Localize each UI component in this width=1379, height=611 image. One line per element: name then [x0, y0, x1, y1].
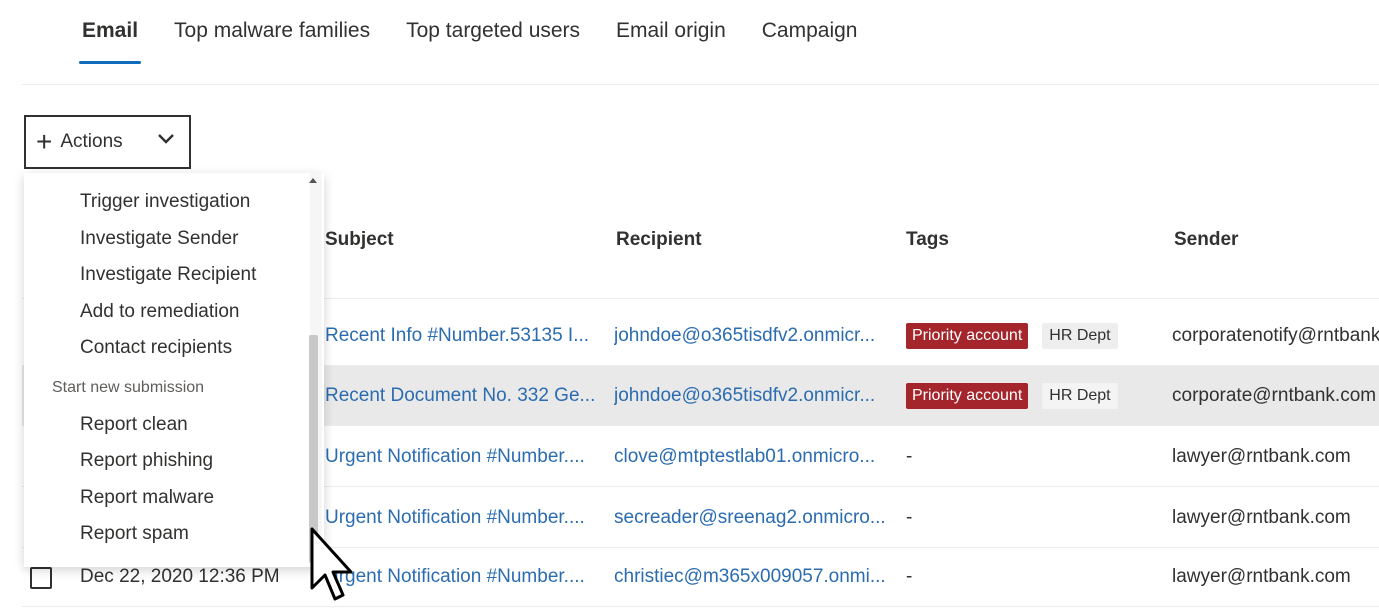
- tab-bar: Email Top malware families Top targeted …: [78, 0, 858, 66]
- menu-item-report-malware[interactable]: Report malware: [80, 487, 214, 509]
- recipient-link[interactable]: johndoe@o365tisdfv2.onmicr...: [614, 306, 889, 366]
- tag-hr-dept: HR Dept: [1042, 323, 1118, 349]
- recipient-link[interactable]: secreader@sreenag2.onmicro...: [614, 488, 889, 548]
- scroll-up-arrow-icon[interactable]: [309, 178, 317, 183]
- tags-cell: Priority account HR Dept: [906, 306, 1146, 366]
- subject-link[interactable]: Urgent Notification #Number....: [325, 427, 615, 487]
- tab-campaign[interactable]: Campaign: [762, 0, 858, 66]
- tags-cell: -: [906, 566, 913, 587]
- sender-cell: lawyer@rntbank.com: [1172, 566, 1351, 587]
- column-header-recipient[interactable]: Recipient: [616, 229, 702, 251]
- recipient-link[interactable]: christiec@m365x009057.onmi...: [614, 547, 889, 607]
- tags-cell: -: [906, 446, 913, 467]
- sender-cell: lawyer@rntbank.com: [1172, 507, 1351, 528]
- tag-hr-dept: HR Dept: [1042, 383, 1118, 409]
- actions-button[interactable]: + Actions: [24, 115, 191, 169]
- column-header-tags[interactable]: Tags: [906, 229, 949, 251]
- actions-dropdown-menu: Trigger investigation Investigate Sender…: [24, 173, 324, 567]
- actions-label: Actions: [60, 131, 123, 152]
- tags-cell: -: [906, 507, 913, 528]
- column-header-subject[interactable]: Subject: [325, 229, 394, 251]
- menu-item-report-spam[interactable]: Report spam: [80, 523, 189, 545]
- arrow-cursor-icon: [310, 527, 353, 601]
- menu-item-investigate-sender[interactable]: Investigate Sender: [80, 228, 238, 250]
- sender-cell: lawyer@rntbank.com: [1172, 446, 1351, 467]
- chevron-down-icon: [158, 134, 174, 144]
- subject-link[interactable]: Urgent Notification #Number....: [325, 547, 615, 607]
- tab-top-malware-families[interactable]: Top malware families: [174, 0, 370, 66]
- sender-cell: corporate@rntbank.com: [1172, 385, 1377, 406]
- menu-scrollbar[interactable]: [309, 173, 322, 567]
- tab-email-origin[interactable]: Email origin: [616, 0, 726, 66]
- recipient-link[interactable]: clove@mtptestlab01.onmicro...: [614, 427, 889, 487]
- menu-item-report-clean[interactable]: Report clean: [80, 414, 188, 436]
- recipient-link[interactable]: johndoe@o365tisdfv2.onmicr...: [614, 366, 889, 426]
- tag-priority-account: Priority account: [906, 323, 1029, 349]
- subject-link[interactable]: Urgent Notification #Number....: [325, 488, 615, 548]
- menu-item-trigger-investigation[interactable]: Trigger investigation: [80, 191, 250, 213]
- subject-link[interactable]: Recent Info #Number.53135 I...: [325, 306, 615, 366]
- menu-item-report-phishing[interactable]: Report phishing: [80, 450, 213, 472]
- menu-section-start-new-submission: Start new submission: [52, 379, 205, 396]
- tabs-divider: [22, 84, 1379, 85]
- row-checkbox[interactable]: [30, 567, 52, 589]
- tab-email[interactable]: Email: [78, 0, 142, 66]
- column-header-sender[interactable]: Sender: [1174, 229, 1238, 251]
- plus-icon: +: [36, 126, 53, 157]
- menu-item-investigate-recipient[interactable]: Investigate Recipient: [80, 264, 256, 286]
- tab-top-targeted-users[interactable]: Top targeted users: [406, 0, 580, 66]
- tags-cell: Priority account HR Dept: [906, 366, 1146, 426]
- subject-link[interactable]: Recent Document No. 332 Ge...: [325, 366, 615, 426]
- sender-cell: corporatenotify@rntbank.com: [1172, 325, 1379, 346]
- tag-priority-account: Priority account: [906, 383, 1029, 409]
- menu-item-contact-recipients[interactable]: Contact recipients: [80, 337, 232, 359]
- menu-item-add-to-remediation[interactable]: Add to remediation: [80, 301, 240, 323]
